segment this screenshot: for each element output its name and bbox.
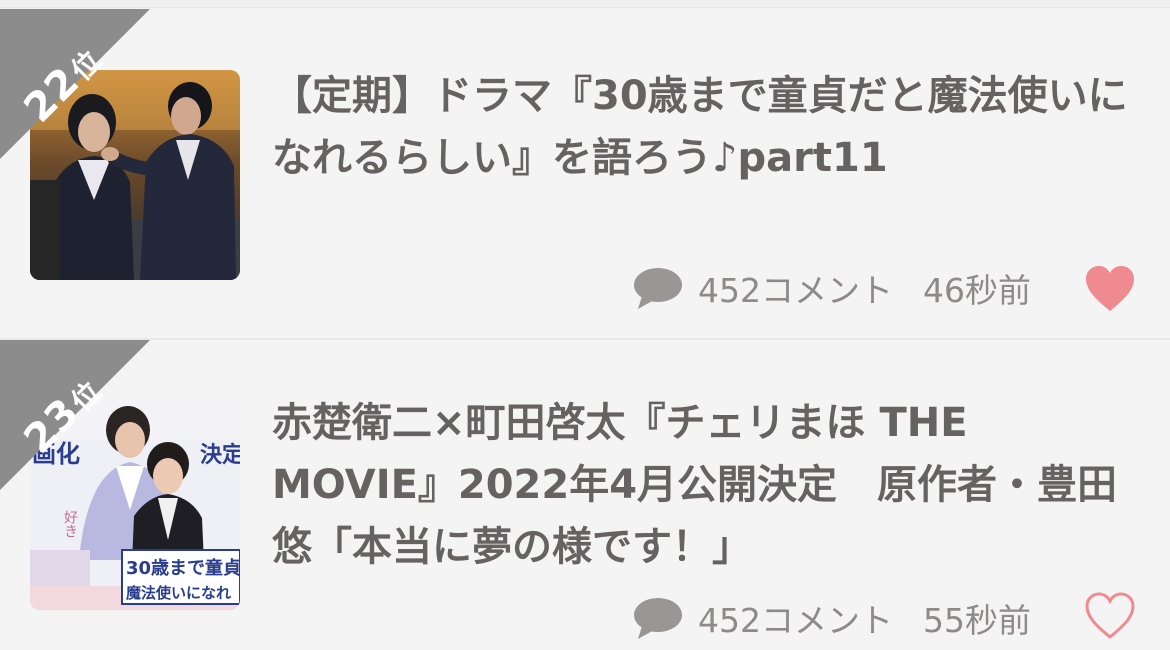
poster-logo-line2: 魔法使いになれ <box>126 584 231 602</box>
article-meta: 452コメント 46秒前 <box>632 263 1031 313</box>
speech-bubble-icon <box>634 268 682 309</box>
poster-text-vertical: 好き <box>62 510 78 538</box>
comment-count: 452コメント <box>698 271 893 310</box>
article-title[interactable]: 【定期】ドラマ『30歳まで童貞だと魔法使いになれるらしい』を語ろう♪part11 <box>272 65 1132 189</box>
rank-badge: 23位 <box>0 340 150 490</box>
posted-time: 46秒前 <box>923 271 1031 310</box>
rank-badge: 22位 <box>0 9 150 159</box>
top-strip <box>0 0 1170 8</box>
comment-count: 452コメント <box>698 601 893 640</box>
article-title[interactable]: 赤楚衛二×町田啓太『チェリまほ THE MOVIE』2022年4月公開決定 原作… <box>272 392 1132 578</box>
heart-filled-icon[interactable] <box>1084 265 1136 313</box>
speech-bubble-icon <box>634 598 682 639</box>
posted-time: 55秒前 <box>923 601 1031 640</box>
list-item[interactable]: 22位 【定期】ドラマ『30歳まで童貞だと魔法使いになれるらしい』を語ろう♪pa… <box>0 9 1170 339</box>
article-meta: 452コメント 55秒前 <box>632 593 1031 643</box>
list-item[interactable]: 画化 決定 好き 30歳まで童貞 魔法使いになれ 23位 赤楚衛二×町田啓太『チ… <box>0 340 1170 650</box>
poster-logo-line1: 30歳まで童貞 <box>126 557 240 579</box>
heart-outline-icon[interactable] <box>1084 592 1136 640</box>
poster-text-right: 決定 <box>200 442 240 468</box>
